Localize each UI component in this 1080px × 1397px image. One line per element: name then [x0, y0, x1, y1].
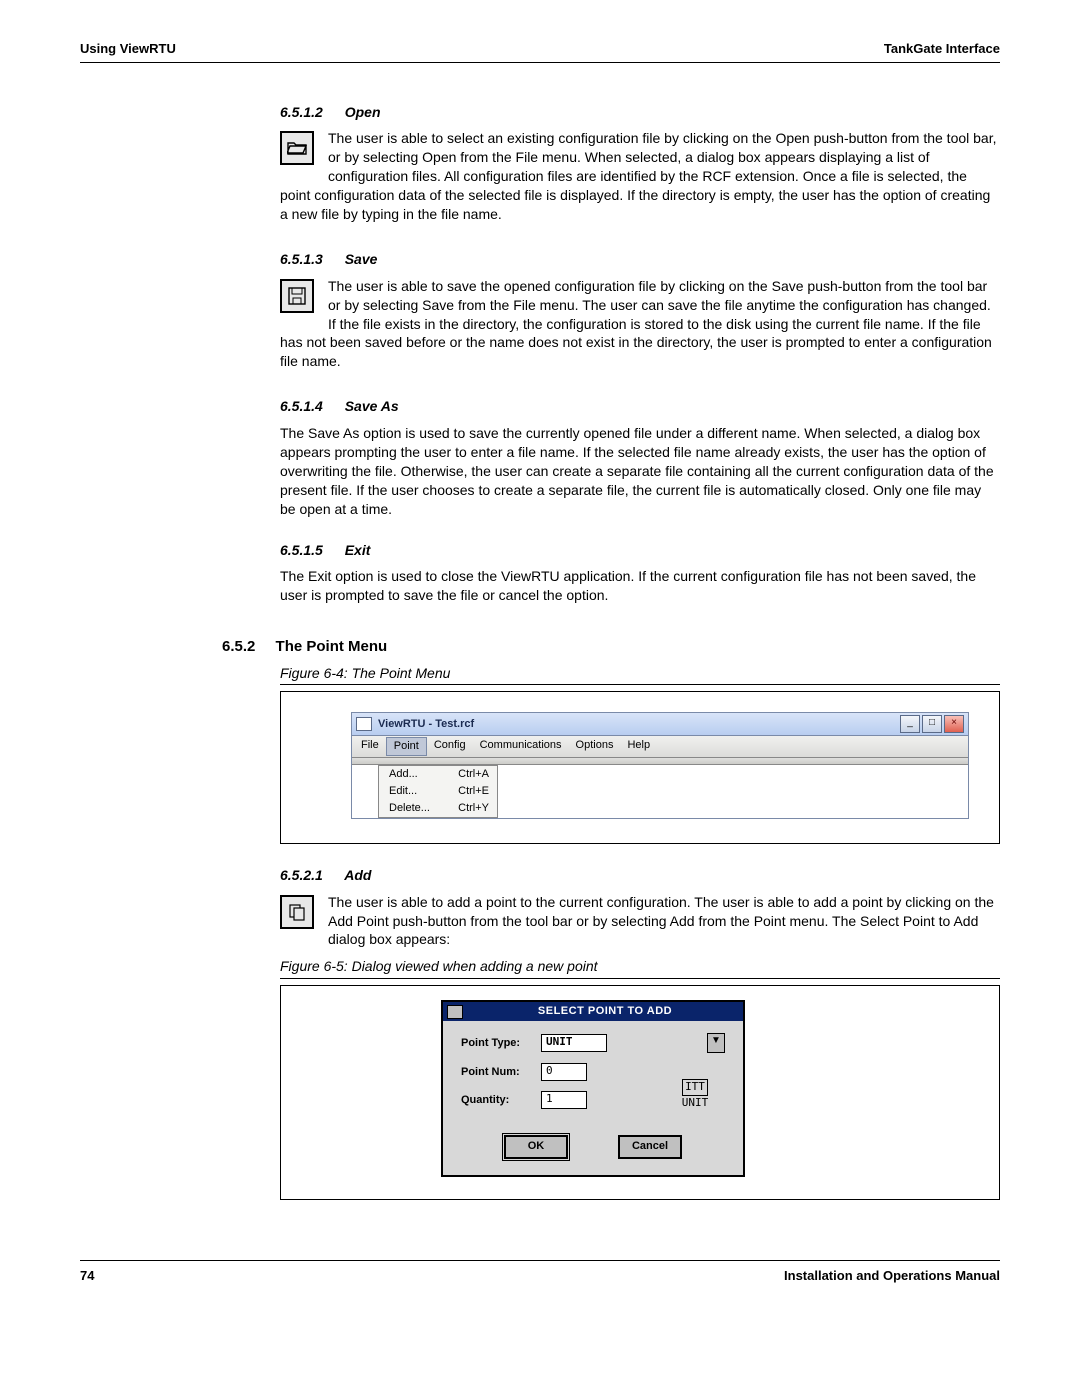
window-title: ViewRTU - Test.rcf — [378, 717, 900, 732]
heading-num: 6.5.1.5 — [280, 542, 323, 558]
dialog-title: SELECT POINT TO ADD — [471, 1004, 739, 1019]
saveas-text: The Save As option is used to save the c… — [280, 424, 1000, 518]
heading-num: 6.5.2 — [222, 638, 255, 655]
document-icon — [356, 717, 372, 731]
heading-num: 6.5.1.3 — [280, 251, 323, 267]
menu-item-label: Delete... — [389, 801, 430, 816]
menu-item-accel: Ctrl+A — [458, 767, 489, 782]
point-type-field[interactable]: UNIT — [541, 1034, 607, 1052]
minimize-button[interactable]: _ — [900, 715, 920, 733]
window-titlebar: ViewRTU - Test.rcf _ □ × — [352, 713, 968, 736]
open-text: The user is able to select an existing c… — [280, 129, 1000, 223]
exit-text: The Exit option is used to close the Vie… — [280, 567, 1000, 605]
dialog-titlebar: SELECT POINT TO ADD — [443, 1002, 743, 1021]
heading-open: 6.5.1.2 Open — [280, 103, 1000, 122]
figure-6-5: SELECT POINT TO ADD Point Type: UNIT ▼ P… — [280, 985, 1000, 1200]
menu-item-accel: Ctrl+Y — [458, 801, 489, 816]
save-text: The user is able to save the opened conf… — [280, 277, 1000, 371]
figure-6-4-caption: Figure 6-4: The Point Menu — [280, 664, 1000, 686]
heading-title: The Point Menu — [276, 638, 388, 655]
unit-type-icon: ITT UNIT — [677, 1079, 713, 1111]
heading-exit: 6.5.1.5 Exit — [280, 541, 1000, 560]
page-header: Using ViewRTU TankGate Interface — [80, 40, 1000, 63]
open-folder-icon — [280, 131, 314, 165]
save-floppy-icon — [280, 279, 314, 313]
menu-item-label: Add... — [389, 767, 418, 782]
heading-num: 6.5.1.4 — [280, 398, 323, 414]
menu-item-label: Edit... — [389, 784, 417, 799]
maximize-button[interactable]: □ — [922, 715, 942, 733]
footer-title: Installation and Operations Manual — [784, 1267, 1000, 1285]
menu-bar: File Point Config Communications Options… — [352, 736, 968, 758]
figure-6-4: ViewRTU - Test.rcf _ □ × File Point Conf… — [280, 691, 1000, 843]
itt-top: ITT — [682, 1079, 708, 1096]
menu-communications[interactable]: Communications — [473, 737, 569, 756]
menu-item-delete[interactable]: Delete... Ctrl+Y — [379, 800, 497, 817]
cancel-button[interactable]: Cancel — [618, 1135, 682, 1159]
figure-6-5-caption: Figure 6-5: Dialog viewed when adding a … — [280, 957, 1000, 979]
menu-file[interactable]: File — [354, 737, 386, 756]
menu-item-edit[interactable]: Edit... Ctrl+E — [379, 783, 497, 800]
add-text: The user is able to add a point to the c… — [280, 893, 1000, 950]
heading-save: 6.5.1.3 Save — [280, 250, 1000, 269]
menu-config[interactable]: Config — [427, 737, 473, 756]
menu-point[interactable]: Point — [386, 737, 427, 756]
page-footer: 74 Installation and Operations Manual — [80, 1260, 1000, 1285]
menu-help[interactable]: Help — [620, 737, 657, 756]
close-button[interactable]: × — [944, 715, 964, 733]
point-type-dropdown-button[interactable]: ▼ — [707, 1033, 725, 1053]
heading-num: 6.5.1.2 — [280, 104, 323, 120]
point-dropdown: Add... Ctrl+A Edit... Ctrl+E Delete... C… — [378, 765, 498, 818]
heading-point-menu: 6.5.2 The Point Menu — [222, 637, 1000, 657]
header-right: TankGate Interface — [884, 40, 1000, 58]
heading-title: Exit — [345, 542, 371, 558]
menu-item-accel: Ctrl+E — [458, 784, 489, 799]
heading-num: 6.5.2.1 — [280, 867, 323, 883]
heading-title: Save As — [345, 398, 399, 414]
header-left: Using ViewRTU — [80, 40, 176, 58]
menu-options[interactable]: Options — [569, 737, 621, 756]
itt-bottom: UNIT — [682, 1096, 709, 1109]
heading-title: Open — [345, 104, 381, 120]
heading-add: 6.5.2.1 Add — [280, 866, 1000, 885]
select-point-dialog: SELECT POINT TO ADD Point Type: UNIT ▼ P… — [441, 1000, 745, 1177]
copy-add-icon — [280, 895, 314, 929]
point-num-label: Point Num: — [461, 1065, 541, 1080]
ok-button[interactable]: OK — [504, 1135, 568, 1159]
heading-saveas: 6.5.1.4 Save As — [280, 397, 1000, 416]
heading-title: Save — [345, 251, 378, 267]
point-type-label: Point Type: — [461, 1036, 541, 1051]
page-number: 74 — [80, 1267, 94, 1285]
point-num-field[interactable]: 0 — [541, 1063, 587, 1081]
quantity-label: Quantity: — [461, 1093, 541, 1108]
quantity-field[interactable]: 1 — [541, 1091, 587, 1109]
menu-item-add[interactable]: Add... Ctrl+A — [379, 766, 497, 783]
system-menu-icon[interactable] — [447, 1005, 463, 1019]
heading-title: Add — [344, 867, 371, 883]
viewrtu-window: ViewRTU - Test.rcf _ □ × File Point Conf… — [351, 712, 969, 818]
